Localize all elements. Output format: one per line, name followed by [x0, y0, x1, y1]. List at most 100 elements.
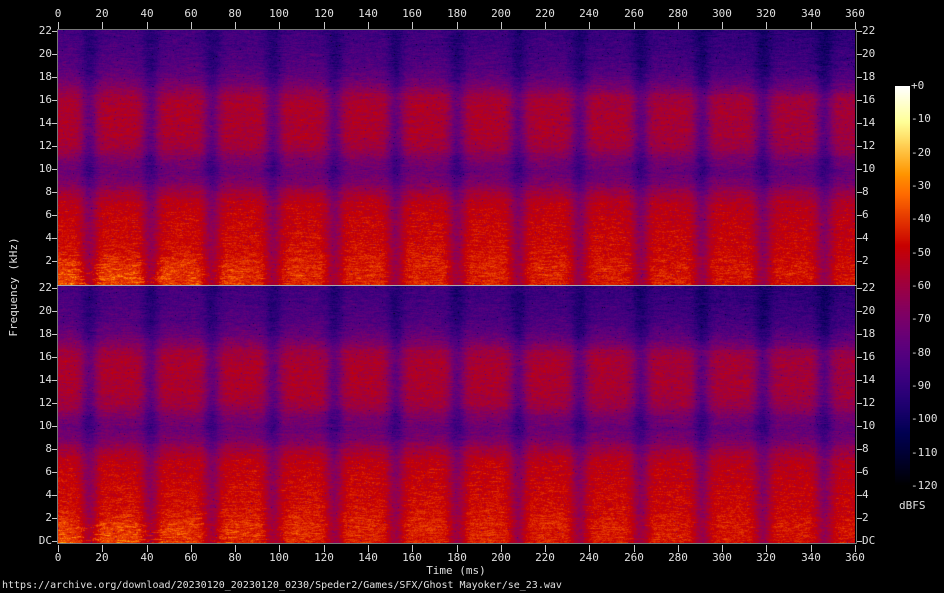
x-tick-mark: [501, 22, 502, 29]
colorbar-tick-label: -100: [911, 413, 944, 425]
x-tick-mark: [678, 22, 679, 29]
x-tick-label: 280: [655, 552, 701, 564]
freq-tick-label: 22: [862, 282, 898, 294]
freq-tick-mark: [52, 192, 57, 193]
x-tick-mark: [722, 22, 723, 29]
x-tick-label: 60: [168, 552, 214, 564]
freq-tick-label: 6: [16, 209, 52, 221]
freq-tick-label: 18: [862, 71, 898, 83]
x-tick-mark: [855, 22, 856, 29]
x-tick-label: 120: [301, 552, 347, 564]
x-tick-mark: [235, 22, 236, 29]
freq-tick-label: 4: [862, 489, 898, 501]
freq-tick-label: 14: [16, 374, 52, 386]
freq-tick-label: 12: [16, 140, 52, 152]
freq-tick-mark: [52, 472, 57, 473]
freq-tick-label: 14: [862, 374, 898, 386]
x-tick-mark: [457, 22, 458, 29]
freq-tick-label: 8: [862, 443, 898, 455]
x-tick-label: 300: [699, 552, 745, 564]
x-tick-label: 200: [478, 552, 524, 564]
x-tick-mark: [368, 22, 369, 29]
freq-tick-label: 18: [16, 328, 52, 340]
x-tick-label: 240: [566, 552, 612, 564]
x-tick-label: 160: [389, 8, 435, 20]
freq-tick-label: 12: [862, 397, 898, 409]
freq-tick-label: DC: [16, 535, 52, 547]
x-tick-label: 300: [699, 8, 745, 20]
colorbar-tick-label: -60: [911, 280, 944, 292]
x-tick-label: 140: [345, 8, 391, 20]
x-tick-label: 260: [611, 552, 657, 564]
x-tick-label: 20: [79, 552, 125, 564]
x-tick-label: 0: [35, 8, 81, 20]
freq-tick-mark: [52, 449, 57, 450]
freq-tick-label: 2: [862, 512, 898, 524]
x-tick-mark: [589, 22, 590, 29]
freq-tick-label: 22: [16, 25, 52, 37]
x-tick-mark: [58, 22, 59, 29]
x-tick-label: 180: [434, 552, 480, 564]
x-tick-label: 180: [434, 8, 480, 20]
colorbar-tick-label: -70: [911, 313, 944, 325]
freq-tick-mark: [52, 495, 57, 496]
spectrogram-channel-2: [58, 286, 855, 543]
freq-tick-label: 4: [862, 232, 898, 244]
colorbar-tick-label: -90: [911, 380, 944, 392]
freq-tick-label: DC: [862, 535, 898, 547]
colorbar-tick-label: -110: [911, 447, 944, 459]
x-tick-label: 360: [832, 8, 878, 20]
freq-tick-mark: [52, 380, 57, 381]
x-tick-label: 320: [743, 552, 789, 564]
x-axis-title: Time (ms): [416, 565, 496, 577]
freq-tick-label: 16: [16, 351, 52, 363]
freq-tick-mark: [52, 146, 57, 147]
freq-tick-label: 12: [862, 140, 898, 152]
colorbar-tick-label: -80: [911, 347, 944, 359]
x-tick-label: 20: [79, 8, 125, 20]
x-tick-label: 160: [389, 552, 435, 564]
x-tick-label: 200: [478, 8, 524, 20]
freq-tick-mark: [52, 169, 57, 170]
x-tick-mark: [324, 22, 325, 29]
x-tick-mark: [191, 22, 192, 29]
x-tick-label: 360: [832, 552, 878, 564]
freq-tick-label: 10: [862, 420, 898, 432]
x-tick-mark: [634, 22, 635, 29]
freq-tick-label: 8: [16, 443, 52, 455]
freq-tick-label: 10: [16, 420, 52, 432]
freq-tick-mark: [52, 357, 57, 358]
freq-tick-mark: [52, 54, 57, 55]
x-tick-label: 40: [124, 8, 170, 20]
freq-tick-mark: [52, 100, 57, 101]
x-tick-mark: [811, 22, 812, 29]
freq-tick-label: 4: [16, 232, 52, 244]
x-tick-label: 140: [345, 552, 391, 564]
x-tick-label: 100: [256, 8, 302, 20]
freq-tick-mark: [52, 31, 57, 32]
freq-tick-label: 18: [16, 71, 52, 83]
freq-tick-label: 14: [862, 117, 898, 129]
colorbar-tick-label: -50: [911, 247, 944, 259]
freq-tick-mark: [52, 541, 57, 542]
freq-tick-label: 16: [16, 94, 52, 106]
colorbar-tick-label: -10: [911, 113, 944, 125]
freq-tick-label: 8: [16, 186, 52, 198]
colorbar: [895, 86, 910, 486]
freq-tick-label: 22: [862, 25, 898, 37]
freq-tick-label: 12: [16, 397, 52, 409]
freq-tick-mark: [52, 238, 57, 239]
freq-tick-mark: [52, 426, 57, 427]
x-tick-label: 240: [566, 8, 612, 20]
x-tick-label: 320: [743, 8, 789, 20]
freq-tick-label: 20: [862, 305, 898, 317]
freq-tick-mark: [52, 288, 57, 289]
freq-tick-label: 2: [16, 255, 52, 267]
x-tick-mark: [102, 22, 103, 29]
freq-tick-label: 20: [16, 48, 52, 60]
freq-tick-mark: [52, 261, 57, 262]
freq-tick-label: 18: [862, 328, 898, 340]
x-tick-mark: [545, 22, 546, 29]
freq-tick-mark: [52, 334, 57, 335]
colorbar-tick-label: -120: [911, 480, 944, 492]
